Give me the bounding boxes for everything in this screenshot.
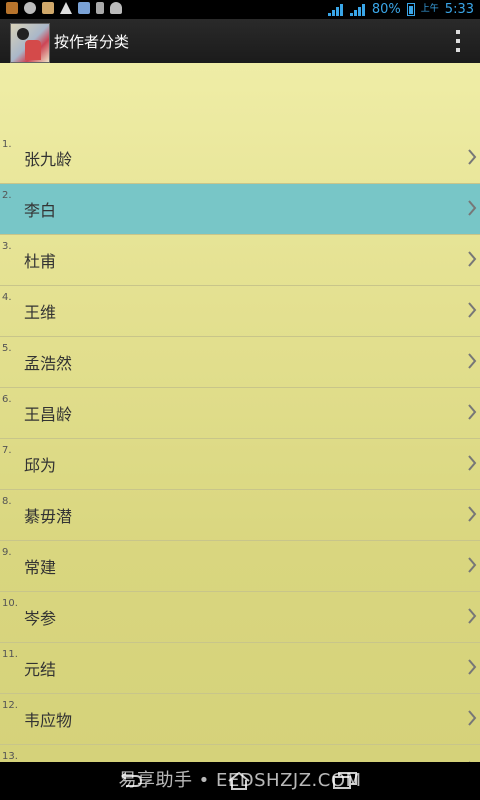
list-item[interactable]: 6. 王昌龄 [0, 388, 480, 439]
list-item[interactable]: 5. 孟浩然 [0, 337, 480, 388]
chevron-right-icon [466, 351, 478, 371]
list-item[interactable]: 2. 李白 [0, 184, 480, 235]
item-label: 邱为 [24, 456, 57, 475]
battery-icon [406, 3, 415, 16]
page-title: 按作者分类 [54, 33, 130, 51]
shield-icon [78, 2, 90, 14]
list-item[interactable]: 7. 邱为 [0, 439, 480, 490]
item-index: 7. [2, 445, 12, 456]
signal-icon-2 [349, 3, 366, 16]
item-label: 孟浩然 [24, 354, 73, 373]
chevron-right-icon [466, 402, 478, 422]
clock: 5:33 [444, 2, 474, 17]
item-index: 3. [2, 241, 12, 252]
author-list[interactable]: 1. 张九龄 2. 李白 3. 杜甫 4. 王维 5. 孟浩然 6. 王昌龄 7. 邱为 8. 綦毋潜 9. 常建… [0, 63, 480, 762]
action-bar: 按作者分类 [0, 19, 480, 65]
list-item[interactable]: 9. 常建 [0, 541, 480, 592]
item-index: 4. [2, 292, 12, 303]
chevron-right-icon [466, 249, 478, 269]
chevron-right-icon [466, 147, 478, 167]
list-item[interactable]: 8. 綦毋潜 [0, 490, 480, 541]
item-index: 11. [2, 649, 18, 660]
watermark-text: 易享助手 • EEDSHZJZ.COM [118, 770, 362, 791]
item-label: 常建 [24, 558, 57, 577]
item-label: 王维 [24, 303, 57, 322]
list-item[interactable]: 3. 杜甫 [0, 235, 480, 286]
ampm-label: 上午 [420, 4, 439, 14]
list-item[interactable]: 11. 元结 [0, 643, 480, 694]
item-index: 6. [2, 394, 12, 405]
list-item[interactable]: 1. 张九龄 [0, 133, 480, 184]
item-label: 韦应物 [24, 711, 73, 730]
chevron-right-icon [466, 606, 478, 626]
item-label: 王昌龄 [24, 405, 73, 424]
list-header-space [0, 63, 480, 133]
app-notification-icon [6, 2, 18, 14]
chevron-right-icon [466, 657, 478, 677]
android-icon [110, 2, 122, 14]
item-label: 元结 [24, 660, 57, 679]
overflow-menu-icon[interactable] [454, 30, 462, 52]
list-item[interactable]: 13.柳宗元 [0, 745, 480, 762]
item-index: 8. [2, 496, 12, 507]
list-item[interactable]: 10. 岑参 [0, 592, 480, 643]
system-status: 80% 上午 5:33 [327, 1, 474, 18]
item-index: 9. [2, 547, 12, 558]
chevron-right-icon [466, 555, 478, 575]
item-label: 岑参 [24, 609, 57, 628]
item-index: 12. [2, 700, 18, 711]
item-index: 13. [2, 751, 18, 762]
chevron-right-icon [466, 504, 478, 524]
list-item[interactable]: 4. 王维 [0, 286, 480, 337]
item-label: 綦毋潜 [24, 507, 73, 526]
chevron-right-icon [466, 708, 478, 728]
signal-icon [327, 3, 344, 16]
item-label: 张九龄 [24, 150, 73, 169]
notification-icons [6, 2, 122, 14]
item-label: 杜甫 [24, 252, 57, 271]
chevron-right-icon [466, 453, 478, 473]
status-bar: 80% 上午 5:33 [0, 0, 480, 19]
usb-icon [96, 2, 104, 14]
app-logo-icon[interactable] [10, 23, 50, 63]
list-item[interactable]: 12. 韦应物 [0, 694, 480, 745]
chevron-right-icon [466, 198, 478, 218]
chevron-right-icon [466, 300, 478, 320]
item-index: 2. [2, 190, 12, 201]
item-index: 1. [2, 139, 12, 150]
item-index: 5. [2, 343, 12, 354]
message-icon [42, 2, 54, 14]
warning-icon [60, 2, 72, 14]
item-index: 10. [2, 598, 18, 609]
item-label: 李白 [24, 201, 57, 220]
missed-call-icon [24, 2, 36, 14]
battery-percent: 80% [371, 2, 401, 17]
